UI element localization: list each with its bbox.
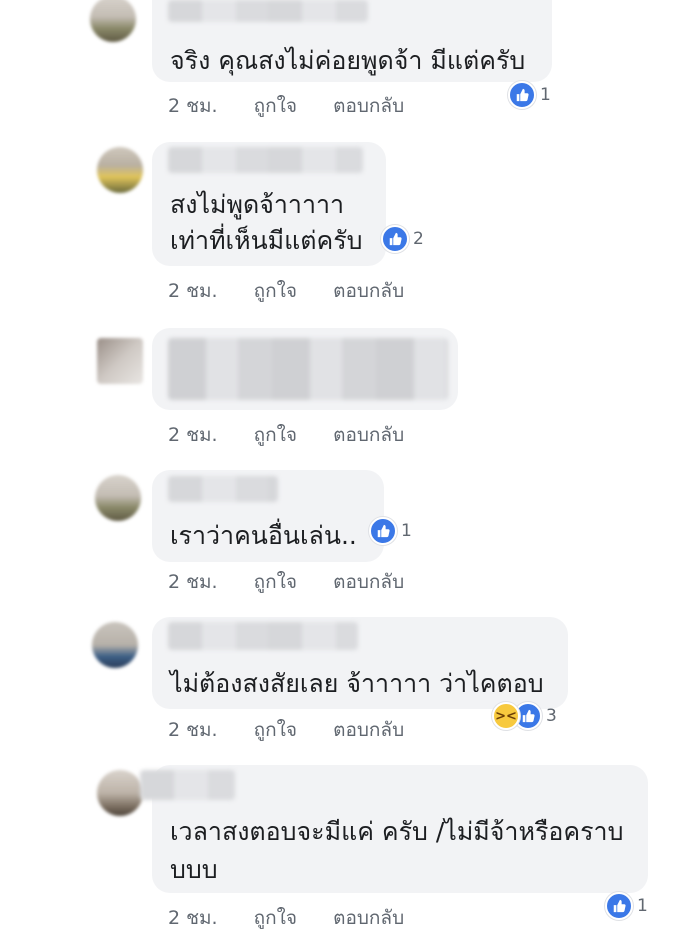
laughing-face-icon: >< xyxy=(492,702,520,730)
reaction-summary[interactable]: 1 xyxy=(369,517,412,545)
timestamp[interactable]: 2 ชม. xyxy=(168,903,218,933)
thumbs-up-icon xyxy=(369,517,397,545)
reaction-summary[interactable]: >< 3 xyxy=(492,702,557,730)
like-button[interactable]: ถูกใจ xyxy=(254,91,297,121)
avatar[interactable] xyxy=(97,338,143,384)
author-name-blurred[interactable] xyxy=(140,770,235,800)
reaction-count: 3 xyxy=(546,706,557,726)
timestamp[interactable]: 2 ชม. xyxy=(168,567,218,597)
comment-actions: 2 ชม. ถูกใจ ตอบกลับ xyxy=(168,91,434,121)
reaction-count: 1 xyxy=(401,521,412,541)
reply-button[interactable]: ตอบกลับ xyxy=(333,420,404,450)
avatar[interactable] xyxy=(92,622,138,668)
reply-button[interactable]: ตอบกลับ xyxy=(333,715,404,745)
thumbs-up-icon xyxy=(605,892,633,920)
author-name-blurred[interactable] xyxy=(168,147,363,173)
thumbs-up-icon xyxy=(508,81,536,109)
comment-actions: 2 ชม. ถูกใจ ตอบกลับ xyxy=(168,420,434,450)
comment-actions: 2 ชม. ถูกใจ ตอบกลับ xyxy=(168,276,434,306)
reaction-count: 1 xyxy=(540,85,551,105)
author-name-blurred[interactable] xyxy=(168,622,358,650)
timestamp[interactable]: 2 ชม. xyxy=(168,715,218,745)
blurred-comment-content xyxy=(168,338,448,400)
comment-text: เราว่าคนอื่นเล่น.. xyxy=(170,521,357,550)
like-button[interactable]: ถูกใจ xyxy=(254,276,297,306)
reaction-summary[interactable]: 1 xyxy=(508,81,551,109)
thumbs-up-icon xyxy=(381,225,409,253)
reply-button[interactable]: ตอบกลับ xyxy=(333,91,404,121)
timestamp[interactable]: 2 ชม. xyxy=(168,276,218,306)
comment-text: จริง คุณสงไม่ค่อยพูดจ้า มีแต่ครับ xyxy=(170,46,526,75)
like-button[interactable]: ถูกใจ xyxy=(254,903,297,933)
comment-text-line-1: เวลาสงตอบจะมีแค่ ครับ /ไม่มีจ้าหรือคราบ xyxy=(170,817,624,846)
reaction-summary[interactable]: 1 xyxy=(605,892,648,920)
comment-text-line-2: เท่าที่เห็นมีแต่ครับ xyxy=(170,226,363,255)
like-button[interactable]: ถูกใจ xyxy=(254,715,297,745)
timestamp[interactable]: 2 ชม. xyxy=(168,91,218,121)
avatar[interactable] xyxy=(97,770,143,816)
reply-button[interactable]: ตอบกลับ xyxy=(333,276,404,306)
comment-actions: 2 ชม. ถูกใจ ตอบกลับ xyxy=(168,903,434,933)
comment-text-line-2: บบบ xyxy=(170,855,218,884)
comment-text: ไม่ต้องสงสัยเลย จ้าาาาา ว่าไคตอบ xyxy=(170,669,544,698)
avatar[interactable] xyxy=(97,147,143,193)
like-button[interactable]: ถูกใจ xyxy=(254,420,297,450)
timestamp[interactable]: 2 ชม. xyxy=(168,420,218,450)
reaction-count: 1 xyxy=(637,896,648,916)
reaction-summary[interactable]: 2 xyxy=(381,225,424,253)
reply-button[interactable]: ตอบกลับ xyxy=(333,567,404,597)
comment-actions: 2 ชม. ถูกใจ ตอบกลับ xyxy=(168,567,434,597)
comment-text-line-1: สงไม่พูดจ้าาาาา xyxy=(170,190,345,219)
author-name-blurred[interactable] xyxy=(168,476,278,502)
like-button[interactable]: ถูกใจ xyxy=(254,567,297,597)
author-name-blurred[interactable] xyxy=(168,0,368,22)
avatar[interactable] xyxy=(95,475,141,521)
avatar[interactable] xyxy=(90,0,136,42)
comment-actions: 2 ชม. ถูกใจ ตอบกลับ xyxy=(168,715,434,745)
reaction-count: 2 xyxy=(413,229,424,249)
reply-button[interactable]: ตอบกลับ xyxy=(333,903,404,933)
